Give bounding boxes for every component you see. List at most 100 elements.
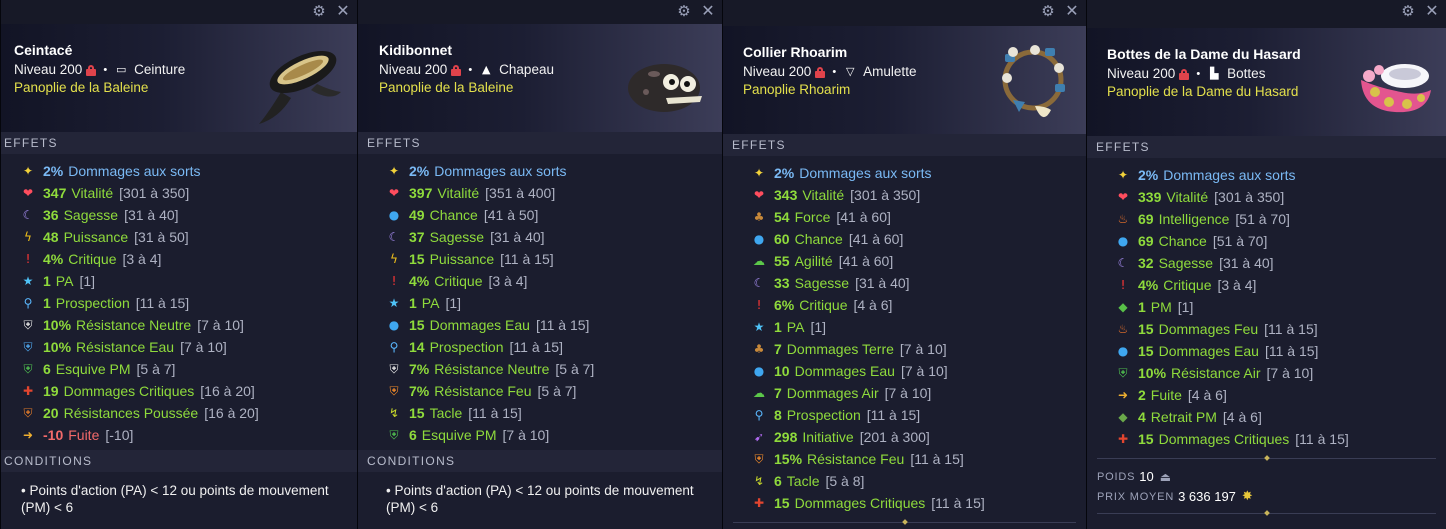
- close-icon[interactable]: ✕: [700, 3, 716, 19]
- heart-icon: ❤: [1117, 190, 1129, 204]
- effect-row: ● 49 Chance [41 à 50]: [387, 204, 722, 226]
- effect-row: ⛨ 15% Résistance Feu [11 à 15]: [752, 448, 1086, 470]
- effect-label: Critique: [68, 251, 117, 267]
- gear-icon[interactable]: ⚙: [1400, 3, 1416, 19]
- effect-value: -10: [43, 427, 64, 443]
- effect-row: ☾ 36 Sagesse [31 à 40]: [21, 204, 357, 226]
- effect-label: Dommages Critiques: [1158, 431, 1290, 447]
- exclamation-icon: !: [25, 252, 31, 266]
- effect-value: 55: [774, 253, 790, 269]
- effect-row: ! 4% Critique [3 à 4]: [21, 248, 357, 270]
- item-type: Chapeau: [499, 62, 554, 77]
- effect-row: ✚ 15 Dommages Critiques [11 à 15]: [1116, 428, 1446, 450]
- card-toolbar: ⚙ ✕: [723, 0, 1086, 26]
- effect-value: 37: [409, 229, 425, 245]
- effect-label: PA: [421, 295, 440, 311]
- effect-range: [41 à 60]: [836, 209, 891, 225]
- effect-range: [3 à 4]: [1217, 277, 1257, 293]
- effect-row: ♣ 54 Force [41 à 60]: [752, 206, 1086, 228]
- item-image-belt: [259, 50, 341, 124]
- effect-range: [31 à 40]: [490, 229, 545, 245]
- effect-row: ◆ 1 PM [1]: [1116, 296, 1446, 318]
- effect-range: [11 à 15]: [866, 407, 921, 423]
- close-icon[interactable]: ✕: [1064, 3, 1080, 19]
- kamas-icon: ✸: [1241, 489, 1253, 504]
- gear-icon[interactable]: ⚙: [311, 3, 327, 19]
- magnifier-icon: ⚲: [23, 296, 33, 310]
- close-icon[interactable]: ✕: [335, 3, 351, 19]
- separator-dot: •: [468, 64, 473, 76]
- item-header: Kidibonnet Niveau 200 • ▲ Chapeau Panopl…: [358, 24, 722, 132]
- item-card-ceintace: ⚙ ✕ Ceintacé Niveau 200 • ▭ Ceinture Pan…: [0, 0, 357, 529]
- earth-icon: ♣: [753, 210, 765, 224]
- effect-value: 10%: [1138, 365, 1167, 381]
- close-icon[interactable]: ✕: [1424, 3, 1440, 19]
- effect-row: ❤ 397 Vitalité [351 à 400]: [387, 182, 722, 204]
- weight-row: POIDS 10 ⏏: [1097, 467, 1446, 487]
- effect-row: ➹ 298 Initiative [201 à 300]: [752, 426, 1086, 448]
- water-drop-icon: ●: [1117, 234, 1129, 248]
- shield-neutral-icon: ⛨: [389, 362, 399, 376]
- effect-row: ⛨ 6 Esquive PM [5 à 7]: [21, 358, 357, 380]
- effect-range: [301 à 350]: [119, 185, 190, 201]
- effect-label: Dommages Eau: [794, 363, 895, 379]
- effect-row: ✦ 2% Dommages aux sorts: [752, 162, 1086, 184]
- heart-icon: ❤: [753, 188, 765, 202]
- separator-dot: •: [103, 64, 108, 76]
- item-header: Bottes de la Dame du Hasard Niveau 200 •…: [1087, 28, 1446, 136]
- effect-range: [301 à 350]: [1214, 189, 1285, 205]
- effect-value: 8: [774, 407, 782, 423]
- effect-range: [351 à 400]: [485, 185, 556, 201]
- gear-icon[interactable]: ⚙: [1040, 3, 1056, 19]
- exclamation-icon: !: [1120, 278, 1126, 292]
- flee-icon: ➜: [1117, 388, 1129, 402]
- water-drop-icon: ●: [388, 318, 400, 332]
- effect-range: [3 à 4]: [122, 251, 162, 267]
- mp-reduction-icon: ◆: [1118, 410, 1128, 424]
- effect-row: ⛨ 10% Résistance Neutre [7 à 10]: [21, 314, 357, 336]
- shield-green-icon: ⛨: [23, 362, 33, 376]
- section-divider: [1097, 513, 1436, 514]
- avg-price-label: PRIX MOYEN: [1097, 491, 1175, 503]
- effect-value: 15: [409, 317, 425, 333]
- effect-value: 4: [1138, 409, 1146, 425]
- gear-icon[interactable]: ⚙: [676, 3, 692, 19]
- tackle-icon: ↯: [388, 406, 400, 420]
- effect-row: ⛨ 7% Résistance Feu [5 à 7]: [387, 380, 722, 402]
- effect-row: ☾ 32 Sagesse [31 à 40]: [1116, 252, 1446, 274]
- effect-value: 33: [774, 275, 790, 291]
- effect-range: [11 à 15]: [1295, 431, 1349, 447]
- effect-label: PA: [786, 319, 805, 335]
- effect-row: ❤ 339 Vitalité [301 à 350]: [1116, 186, 1446, 208]
- effect-label: Puissance: [429, 251, 495, 267]
- effect-value: 48: [43, 229, 59, 245]
- item-level: Niveau 200: [379, 62, 448, 77]
- separator-dot: •: [832, 66, 837, 78]
- effect-row: ♨ 15 Dommages Feu [11 à 15]: [1116, 318, 1446, 340]
- effect-range: [11 à 15]: [509, 339, 563, 355]
- item-type: Amulette: [863, 64, 917, 79]
- effect-label: Sagesse: [429, 229, 485, 245]
- lock-icon: [1179, 68, 1190, 80]
- conditions-heading: CONDITIONS: [1, 450, 357, 472]
- amulet-icon: ▽: [845, 65, 855, 78]
- effects-heading: EFFETS: [358, 132, 722, 154]
- effect-row: ➜ -10 Fuite [-10]: [21, 424, 357, 446]
- effect-value: 60: [774, 231, 790, 247]
- air-icon: ☁: [753, 254, 765, 268]
- effect-value: 7%: [409, 383, 430, 399]
- effect-row: ✦ 2% Dommages aux sorts: [387, 160, 722, 182]
- effect-label: Dommages aux sorts: [434, 163, 567, 179]
- star-icon: ✦: [388, 164, 400, 178]
- star-icon: ✦: [753, 166, 765, 180]
- weight-label: POIDS: [1097, 471, 1136, 483]
- effect-range: [11 à 15]: [1264, 343, 1319, 359]
- effect-range: [-10]: [105, 427, 134, 443]
- effect-value: 54: [774, 209, 790, 225]
- effect-row: ♨ 69 Intelligence [51 à 70]: [1116, 208, 1446, 230]
- effect-range: [4 à 6]: [1187, 387, 1227, 403]
- effect-label: Agilité: [794, 253, 833, 269]
- effect-row: ⛨ 20 Résistances Poussée [16 à 20]: [21, 402, 357, 424]
- item-image-boots: [1361, 64, 1431, 113]
- effect-row: ! 4% Critique [3 à 4]: [1116, 274, 1446, 296]
